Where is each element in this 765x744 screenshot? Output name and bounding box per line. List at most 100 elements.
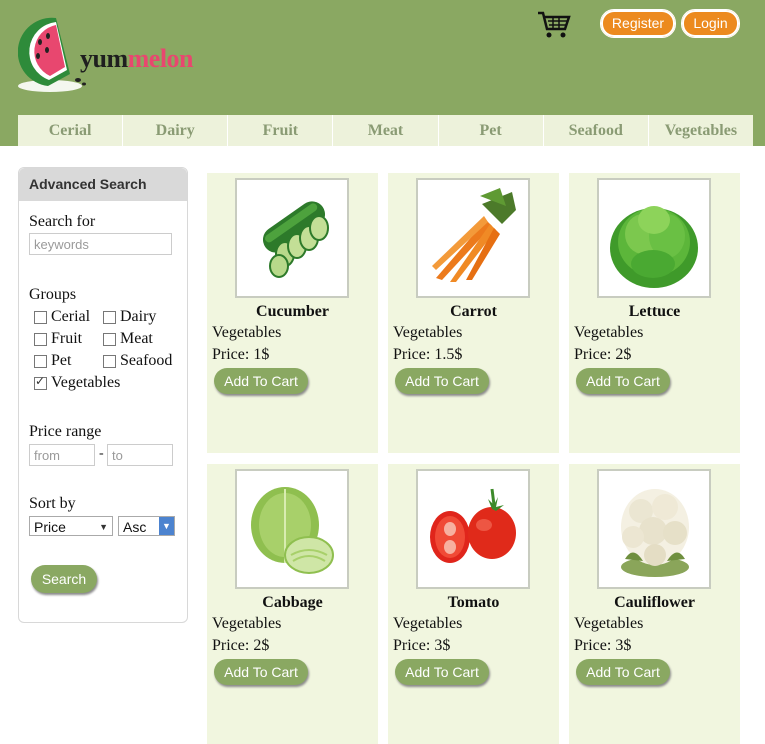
- price-value: 2$: [253, 637, 270, 654]
- price-value: 2$: [615, 346, 632, 363]
- lettuce-image[interactable]: [597, 178, 711, 298]
- sort-field-value: Price: [34, 519, 66, 535]
- product-price: Price: 1.5$: [393, 346, 462, 364]
- product-price: Price: 2$: [574, 346, 631, 364]
- search-button[interactable]: Search: [31, 565, 97, 593]
- product-name: Cabbage: [262, 594, 323, 611]
- checkbox[interactable]: [34, 310, 47, 324]
- add-to-cart-button[interactable]: Add To Cart: [395, 368, 489, 394]
- nav-item-dairy[interactable]: Dairy: [123, 115, 229, 146]
- group-fruit[interactable]: Fruit: [34, 330, 82, 348]
- group-label: Vegetables: [51, 374, 121, 391]
- price-label: Price:: [212, 637, 250, 654]
- nav-item-vegetables[interactable]: Vegetables: [648, 115, 753, 146]
- group-vegetables[interactable]: Vegetables: [34, 374, 120, 392]
- carrot-image[interactable]: [416, 178, 530, 298]
- tomato-image[interactable]: [416, 469, 530, 589]
- price-to-input[interactable]: to: [107, 444, 173, 466]
- group-label: Fruit: [51, 330, 83, 347]
- add-to-cart-button[interactable]: Add To Cart: [576, 368, 670, 394]
- add-to-cart-button[interactable]: Add To Cart: [395, 659, 489, 685]
- nav-item-meat[interactable]: Meat: [333, 115, 439, 146]
- add-to-cart-button[interactable]: Add To Cart: [576, 659, 670, 685]
- range-dash: -: [99, 446, 104, 461]
- category-nav: Cerial Dairy Fruit Meat Pet Seafood Vege…: [18, 115, 753, 146]
- product-card: Carrot Vegetables Price: 1.5$ Add To Car…: [388, 173, 559, 453]
- product-card: Lettuce Vegetables Price: 2$ Add To Cart: [569, 173, 740, 453]
- group-label: Meat: [120, 330, 153, 347]
- price-label: Price:: [393, 637, 431, 654]
- checkbox-checked[interactable]: [34, 374, 47, 390]
- logo-melon: melon: [127, 44, 194, 73]
- cucumber-image[interactable]: [235, 178, 349, 298]
- login-button[interactable]: Login: [681, 9, 740, 38]
- keywords-input[interactable]: keywords: [29, 233, 172, 255]
- cauliflower-image[interactable]: [597, 469, 711, 589]
- product-price: Price: 2$: [212, 637, 269, 655]
- price-from-input[interactable]: from: [29, 444, 95, 466]
- nav-item-seafood[interactable]: Seafood: [543, 115, 649, 146]
- product-category: Vegetables: [574, 324, 644, 341]
- search-for-label: Search for: [29, 213, 96, 230]
- group-label: Dairy: [120, 308, 157, 325]
- product-category: Vegetables: [212, 615, 282, 632]
- product-card: Cauliflower Vegetables Price: 3$ Add To …: [569, 464, 740, 744]
- group-meat[interactable]: Meat: [103, 330, 153, 348]
- product-category: Vegetables: [212, 324, 282, 341]
- price-value: 3$: [615, 637, 632, 654]
- checkbox[interactable]: [34, 332, 47, 346]
- add-to-cart-button[interactable]: Add To Cart: [214, 368, 308, 394]
- dropdown-arrow-icon: ▼: [99, 522, 108, 532]
- sort-order-select[interactable]: Asc ▼: [118, 516, 175, 536]
- price-label: Price:: [393, 346, 431, 363]
- product-category: Vegetables: [393, 615, 463, 632]
- sort-field-select[interactable]: Price ▼: [29, 516, 113, 536]
- nav-item-fruit[interactable]: Fruit: [228, 115, 334, 146]
- sort-by-label: Sort by: [29, 495, 76, 512]
- product-card: Tomato Vegetables Price: 3$ Add To Cart: [388, 464, 559, 744]
- groups-label: Groups: [29, 286, 77, 303]
- register-button[interactable]: Register: [600, 9, 676, 38]
- checkbox[interactable]: [103, 332, 116, 346]
- checkbox[interactable]: [103, 310, 116, 324]
- checkbox[interactable]: [103, 354, 116, 368]
- cabbage-image[interactable]: [235, 469, 349, 589]
- group-cerial[interactable]: Cerial: [34, 308, 90, 326]
- product-price: Price: 3$: [574, 637, 631, 655]
- checkbox[interactable]: [34, 354, 47, 368]
- shopping-cart-icon[interactable]: [537, 10, 571, 40]
- logo-wordmark: yummelon: [80, 44, 194, 74]
- product-name: Tomato: [447, 594, 500, 611]
- product-name: Cauliflower: [614, 594, 695, 611]
- group-label: Pet: [51, 352, 72, 369]
- product-card: Cabbage Vegetables Price: 2$ Add To Cart: [207, 464, 378, 744]
- group-label: Cerial: [51, 308, 91, 325]
- price-range-label: Price range: [29, 423, 102, 440]
- logo-yum: yum: [80, 44, 128, 73]
- dropdown-arrow-icon: ▼: [159, 517, 174, 535]
- nav-item-pet[interactable]: Pet: [438, 115, 544, 146]
- price-value: 1$: [253, 346, 270, 363]
- product-category: Vegetables: [393, 324, 463, 341]
- product-card: Cucumber Vegetables Price: 1$ Add To Car…: [207, 173, 378, 453]
- product-price: Price: 1$: [212, 346, 269, 364]
- price-label: Price:: [574, 637, 612, 654]
- yummelon-logo[interactable]: yummelon: [17, 14, 203, 96]
- nav-item-cerial[interactable]: Cerial: [18, 115, 124, 146]
- price-value: 1.5$: [434, 346, 463, 363]
- price-value: 3$: [434, 637, 451, 654]
- price-label: Price:: [212, 346, 250, 363]
- add-to-cart-button[interactable]: Add To Cart: [214, 659, 308, 685]
- group-dairy[interactable]: Dairy: [103, 308, 156, 326]
- price-label: Price:: [574, 346, 612, 363]
- product-name: Carrot: [450, 303, 497, 320]
- advanced-search-panel: Advanced Search Search for keywords Grou…: [18, 167, 188, 623]
- group-pet[interactable]: Pet: [34, 352, 71, 370]
- header: yummelon Register Login Cerial Dairy Fru…: [0, 0, 765, 146]
- product-name: Lettuce: [628, 303, 681, 320]
- group-seafood[interactable]: Seafood: [103, 352, 172, 370]
- sort-order-value: Asc: [123, 519, 147, 535]
- panel-title: Advanced Search: [19, 168, 187, 201]
- product-price: Price: 3$: [393, 637, 450, 655]
- product-name: Cucumber: [256, 303, 329, 320]
